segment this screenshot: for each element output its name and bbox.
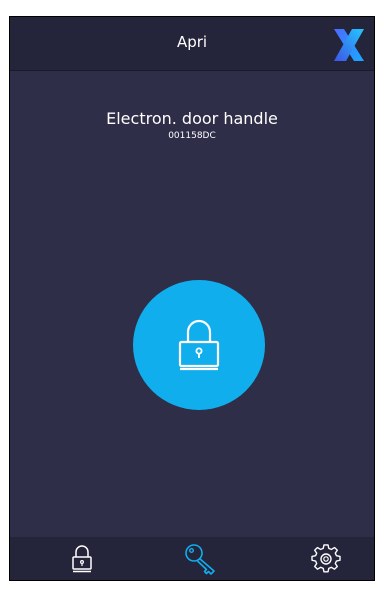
x-logo-icon [332,27,366,63]
settings-gear-icon [311,543,341,572]
padlock-icon [178,319,220,371]
padlock-icon [72,544,92,572]
key-icon [185,543,215,575]
nav-item-lock[interactable] [52,537,112,580]
nav-item-keys[interactable] [170,537,230,580]
bottom-nav [10,537,374,580]
lock-toggle-button[interactable] [133,280,265,410]
nav-item-settings[interactable] [296,537,356,580]
header-title: Apri [176,33,208,51]
device-id: 001158DC [168,131,216,141]
app-screen: Apri Electron. door handle 001158DC [9,16,375,581]
device-name: Electron. door handle [106,109,278,128]
header-bar: Apri [10,17,374,71]
